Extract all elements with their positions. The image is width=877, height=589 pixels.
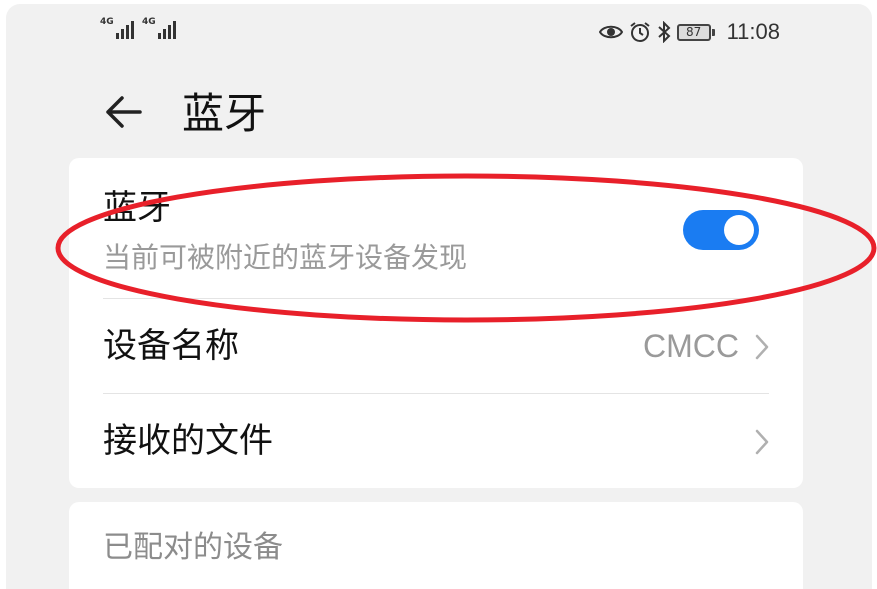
chevron-right-icon: [751, 332, 773, 362]
paired-devices-header: 已配对的设备: [103, 530, 283, 565]
device-name-row[interactable]: 设备名称 CMCC: [69, 298, 803, 393]
bluetooth-icon: [657, 21, 671, 43]
alarm-icon: [629, 21, 651, 43]
bluetooth-settings-card: 蓝牙 当前可被附近的蓝牙设备发现 设备名称 CMCC 接收的文件: [69, 158, 803, 488]
network-type-label: 4G: [100, 17, 114, 27]
signal-bars-icon: [115, 19, 134, 39]
status-icons: 87 11:08: [598, 18, 780, 46]
signal-bars-icon: [157, 19, 176, 39]
device-name-label: 设备名称: [103, 326, 239, 366]
received-files-row[interactable]: 接收的文件: [69, 393, 803, 488]
bluetooth-toggle-switch[interactable]: [683, 210, 759, 250]
signal-strength-1: 4G: [100, 18, 134, 39]
chevron-right-icon: [751, 427, 773, 457]
paired-devices-card: 已配对的设备: [69, 502, 803, 589]
network-type-label: 4G: [142, 17, 156, 27]
bluetooth-row-subtitle: 当前可被附近的蓝牙设备发现: [103, 241, 468, 274]
bluetooth-row-title: 蓝牙: [103, 188, 171, 228]
device-name-value: CMCC: [643, 328, 739, 364]
battery-icon: 87: [676, 23, 715, 41]
battery-level: 87: [676, 23, 711, 41]
phone-screen: 4G 4G 87 11:08 蓝牙 蓝牙 当前可被附近的蓝牙设备发现 设备名称 …: [6, 4, 872, 589]
received-files-label: 接收的文件: [103, 421, 273, 461]
eye-icon: [598, 23, 623, 41]
signal-strength-2: 4G: [142, 18, 176, 39]
status-clock: 11:08: [726, 19, 780, 44]
title-bar: 蓝牙: [6, 74, 872, 154]
screenshot-frame: 4G 4G 87 11:08 蓝牙 蓝牙 当前可被附近的蓝牙设备发现 设备名称 …: [0, 0, 877, 589]
toggle-knob: [724, 215, 754, 245]
page-title: 蓝牙: [182, 89, 267, 138]
bluetooth-toggle-row[interactable]: 蓝牙 当前可被附近的蓝牙设备发现: [69, 158, 803, 298]
arrow-left-icon[interactable]: [102, 90, 146, 134]
status-bar: 4G 4G 87 11:08: [6, 4, 872, 64]
